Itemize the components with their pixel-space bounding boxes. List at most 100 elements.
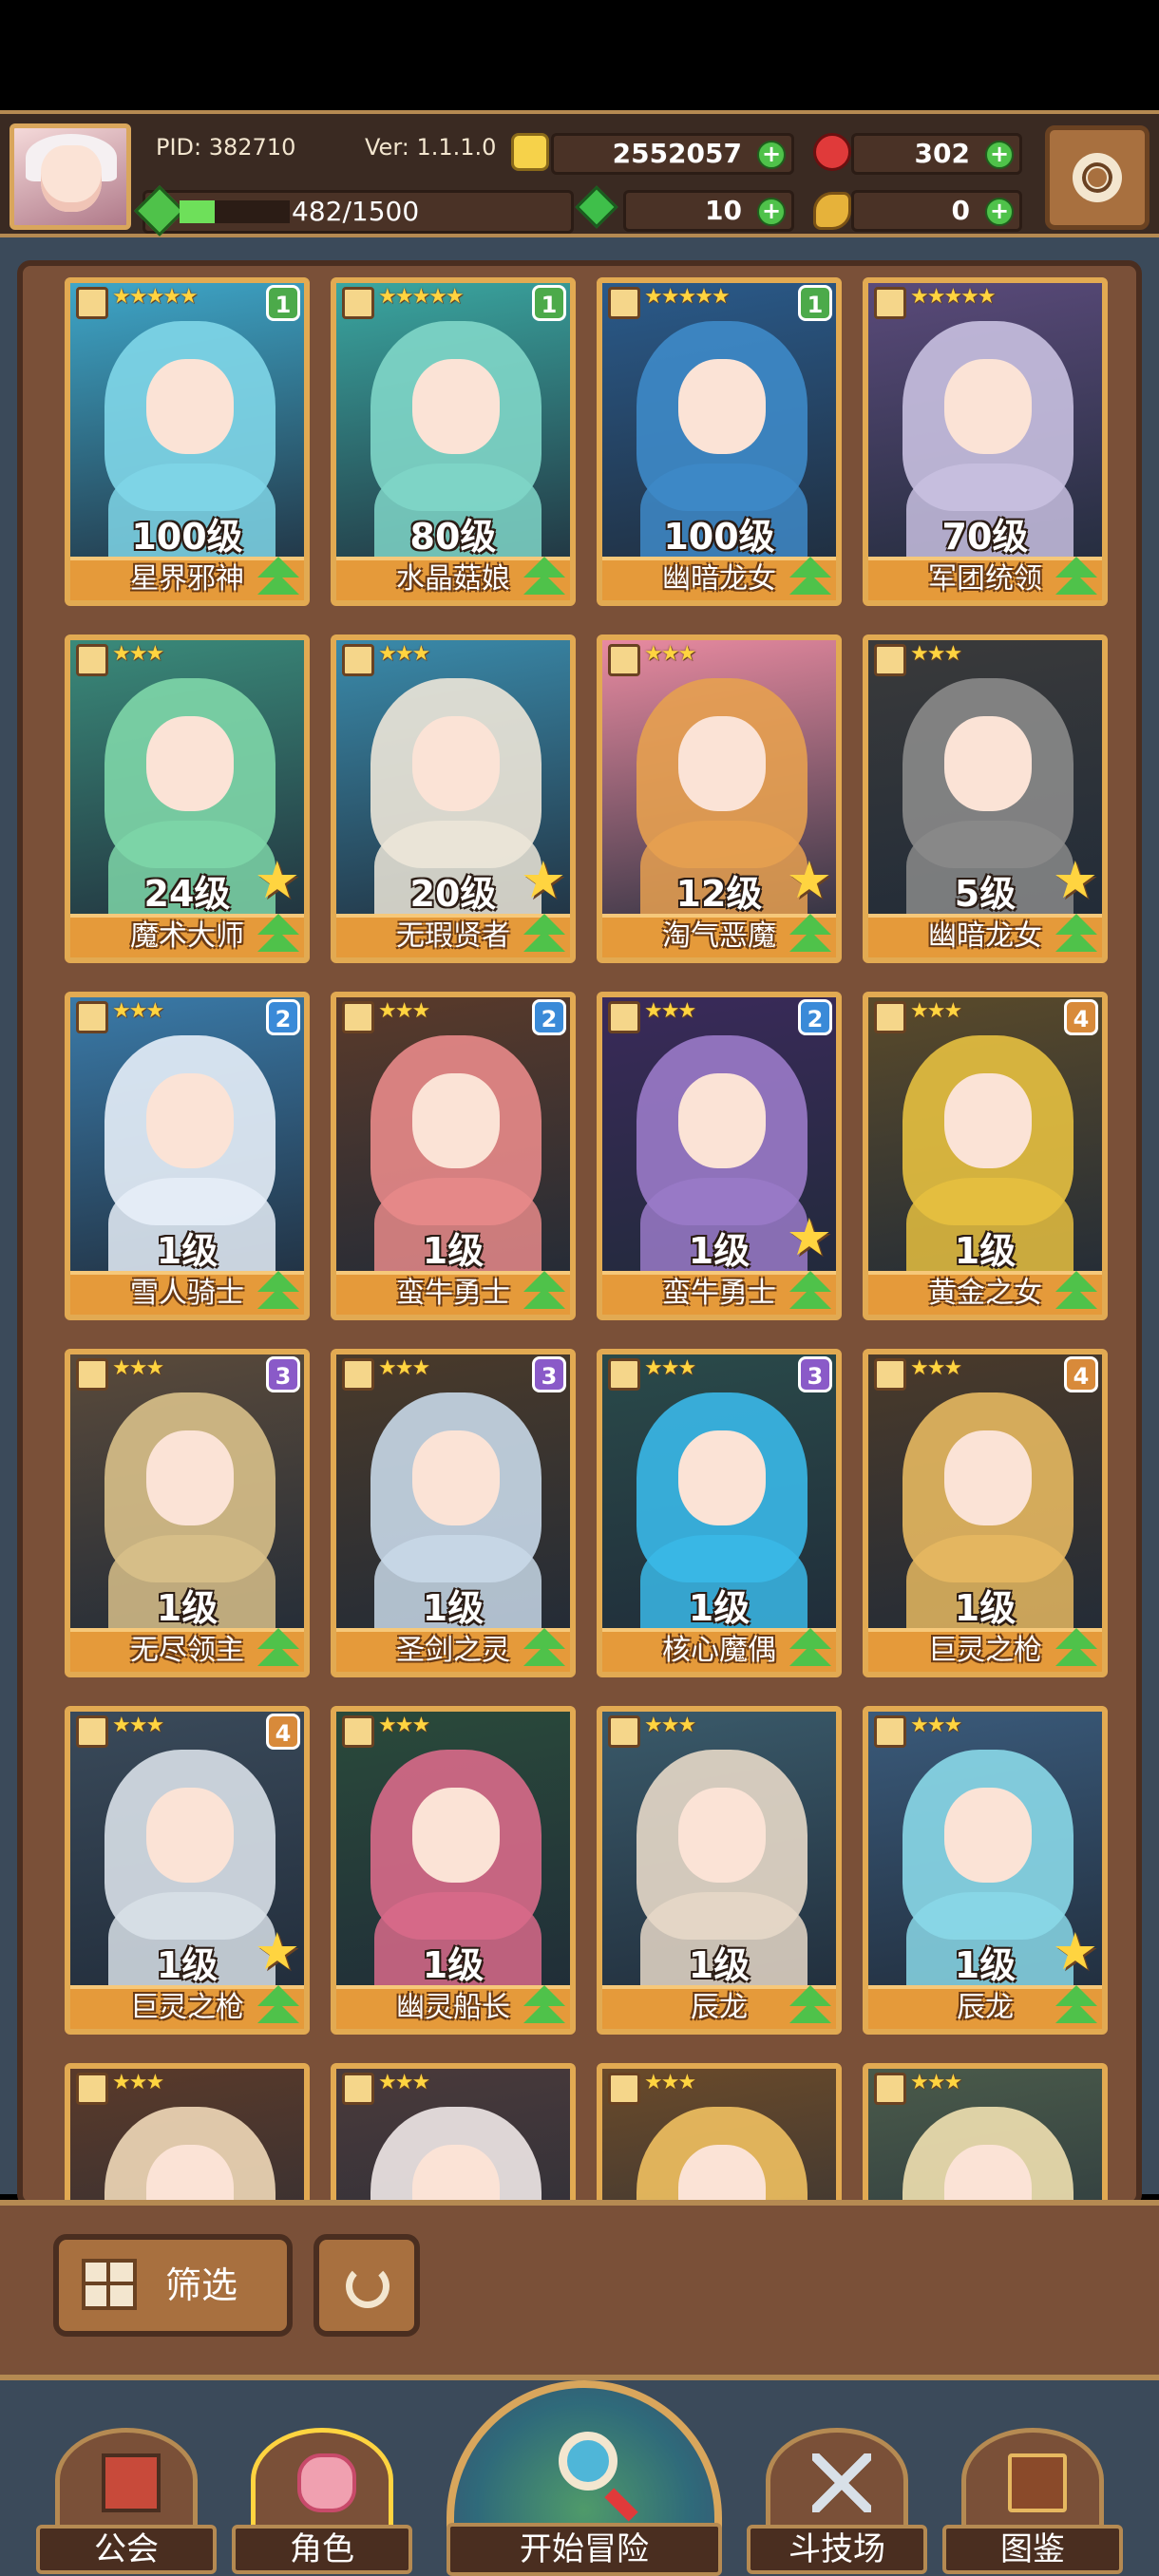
nav-characters-label: 角色 <box>232 2525 412 2574</box>
class-icon <box>874 1358 906 1391</box>
character-card[interactable]: ★★★ 4 ★ 1级 巨灵之枪 <box>65 1706 310 2035</box>
avatar-face <box>41 145 102 212</box>
star-rating: ★★★ <box>910 1356 962 1380</box>
upgrade-arrow-icon[interactable] <box>1053 1628 1100 1670</box>
class-icon <box>608 1715 640 1748</box>
card-frame: ★★★ 2 1级 蛮牛勇士 <box>331 992 576 1320</box>
upgrade-arrow-icon[interactable] <box>787 1628 834 1670</box>
add-coin-button[interactable]: + <box>985 198 1014 226</box>
settings-button[interactable] <box>1045 125 1150 230</box>
character-card[interactable]: ★★★ 3 1级 无尽领主 <box>65 1349 310 1677</box>
star-rating: ★★★★★ <box>910 285 997 309</box>
upgrade-arrow-icon[interactable] <box>255 557 302 598</box>
exp-fill <box>180 200 215 223</box>
character-level: 1级 <box>422 1587 484 1629</box>
character-card[interactable]: ★★★ 4 1级 巨灵之枪 <box>863 1349 1108 1677</box>
upgrade-arrow-icon[interactable] <box>255 1985 302 2027</box>
character-card[interactable]: ★★★ 1级 辰龙 <box>597 1706 842 2035</box>
character-card[interactable]: ★★★ ★ 5级 幽暗龙女 <box>863 635 1108 963</box>
upgrade-arrow-icon[interactable] <box>521 1985 568 2027</box>
class-icon <box>342 1715 374 1748</box>
filter-button[interactable]: 筛选 <box>53 2234 293 2337</box>
upgrade-arrow-icon[interactable] <box>1053 914 1100 956</box>
character-card[interactable]: ★★★ 3 1级 圣剑之灵 <box>331 1349 576 1677</box>
character-card[interactable]: ★★★ ★ 1级 辰龙 <box>863 1706 1108 2035</box>
guild-building-icon <box>102 2453 161 2512</box>
upgrade-arrow-icon[interactable] <box>521 1271 568 1313</box>
rank-badge: 1 <box>798 285 832 321</box>
gem-counter: 10 + <box>623 190 794 232</box>
character-grid-frame[interactable]: ★★★★★ 1 100级 星界邪神 ★★★★★ 1 80级 水晶菇娘 ★★★★★… <box>17 260 1142 2207</box>
character-card[interactable]: ★★★★★ 70级 军团统领 <box>863 277 1108 606</box>
character-card[interactable]: ★★★ <box>597 2063 842 2202</box>
upgrade-arrow-icon[interactable] <box>521 1628 568 1670</box>
portrait-face <box>678 1788 766 1883</box>
character-card[interactable]: ★★★ 4 1级 黄金之女 <box>863 992 1108 1320</box>
upgrade-arrow-icon[interactable] <box>787 914 834 956</box>
character-card[interactable]: ★★★ 2 1级 雪人骑士 <box>65 992 310 1320</box>
card-frame: ★★★ ★ 1级 辰龙 <box>863 1706 1108 2035</box>
game-version: Ver: 1.1.1.0 <box>365 134 497 161</box>
rank-badge: 3 <box>266 1356 300 1392</box>
upgrade-arrow-icon[interactable] <box>255 1271 302 1313</box>
nav-arena-label: 斗技场 <box>747 2525 927 2574</box>
upgrade-arrow-icon[interactable] <box>521 914 568 956</box>
class-icon <box>874 644 906 676</box>
character-card[interactable]: ★★★ <box>863 2063 1108 2202</box>
character-face-icon <box>297 2453 356 2512</box>
character-card[interactable]: ★★★★★ 1 80级 水晶菇娘 <box>331 277 576 606</box>
sort-refresh-button[interactable] <box>314 2234 420 2337</box>
gold-counter: 2552057 + <box>551 133 794 175</box>
rank-badge: 2 <box>266 999 300 1035</box>
star-rating: ★★★ <box>644 999 696 1023</box>
star-rating: ★★★ <box>378 1714 430 1737</box>
star-rating: ★★★ <box>112 1714 164 1737</box>
crossed-swords-icon <box>812 2453 871 2512</box>
rank-badge: 3 <box>798 1356 832 1392</box>
gem-icon <box>575 185 618 229</box>
upgrade-arrow-icon[interactable] <box>1053 557 1100 598</box>
add-gem-button[interactable]: + <box>757 198 786 226</box>
upgrade-arrow-icon[interactable] <box>255 914 302 956</box>
character-card[interactable]: ★★★★★ 1 100级 星界邪神 <box>65 277 310 606</box>
nav-gallery[interactable]: 图鉴 <box>942 2418 1123 2576</box>
character-card[interactable]: ★★★ <box>331 2063 576 2202</box>
upgrade-arrow-icon[interactable] <box>787 557 834 598</box>
character-card[interactable]: ★★★ ★ 24级 魔术大师 <box>65 635 310 963</box>
character-card[interactable]: ★★★★★ 1 100级 幽暗龙女 <box>597 277 842 606</box>
nav-guild[interactable]: 公会 <box>36 2418 217 2576</box>
character-card[interactable]: ★★★ ★ 20级 无瑕贤者 <box>331 635 576 963</box>
upgrade-arrow-icon[interactable] <box>787 1271 834 1313</box>
character-card[interactable]: ★★★ 2 1级 蛮牛勇士 <box>331 992 576 1320</box>
card-frame: ★★★ <box>65 2063 310 2202</box>
player-avatar[interactable] <box>10 123 131 230</box>
nav-gallery-frame <box>961 2428 1104 2532</box>
gear-icon <box>1073 153 1122 202</box>
nav-start-adventure[interactable]: 开始冒险 <box>446 2380 722 2576</box>
character-card[interactable]: ★★★ 1级 幽灵船长 <box>331 1706 576 2035</box>
card-frame: ★★★★★ 70级 军团统领 <box>863 277 1108 606</box>
portrait-face <box>146 1073 234 1168</box>
upgrade-arrow-icon[interactable] <box>787 1985 834 2027</box>
upgrade-arrow-icon[interactable] <box>521 557 568 598</box>
card-frame: ★★★★★ 1 100级 星界邪神 <box>65 277 310 606</box>
star-rating: ★★★ <box>644 2071 696 2094</box>
rank-badge: 4 <box>1064 999 1098 1035</box>
card-frame: ★★★ 2 ★ 1级 蛮牛勇士 <box>597 992 842 1320</box>
add-gold-button[interactable]: + <box>757 141 786 169</box>
character-card[interactable]: ★★★ 3 1级 核心魔偶 <box>597 1349 842 1677</box>
portrait-face <box>944 359 1032 454</box>
upgrade-arrow-icon[interactable] <box>1053 1985 1100 2027</box>
nav-arena[interactable]: 斗技场 <box>747 2418 927 2576</box>
portrait-face <box>678 1073 766 1168</box>
class-icon <box>608 287 640 319</box>
character-card[interactable]: ★★★ 2 ★ 1级 蛮牛勇士 <box>597 992 842 1320</box>
card-frame: ★★★ <box>597 2063 842 2202</box>
character-card[interactable]: ★★★ <box>65 2063 310 2202</box>
character-card[interactable]: ★★★ ★ 12级 淘气恶魔 <box>597 635 842 963</box>
class-icon <box>76 644 108 676</box>
add-ruby-button[interactable]: + <box>985 141 1014 169</box>
nav-characters[interactable]: 角色 <box>232 2418 412 2576</box>
upgrade-arrow-icon[interactable] <box>255 1628 302 1670</box>
upgrade-arrow-icon[interactable] <box>1053 1271 1100 1313</box>
